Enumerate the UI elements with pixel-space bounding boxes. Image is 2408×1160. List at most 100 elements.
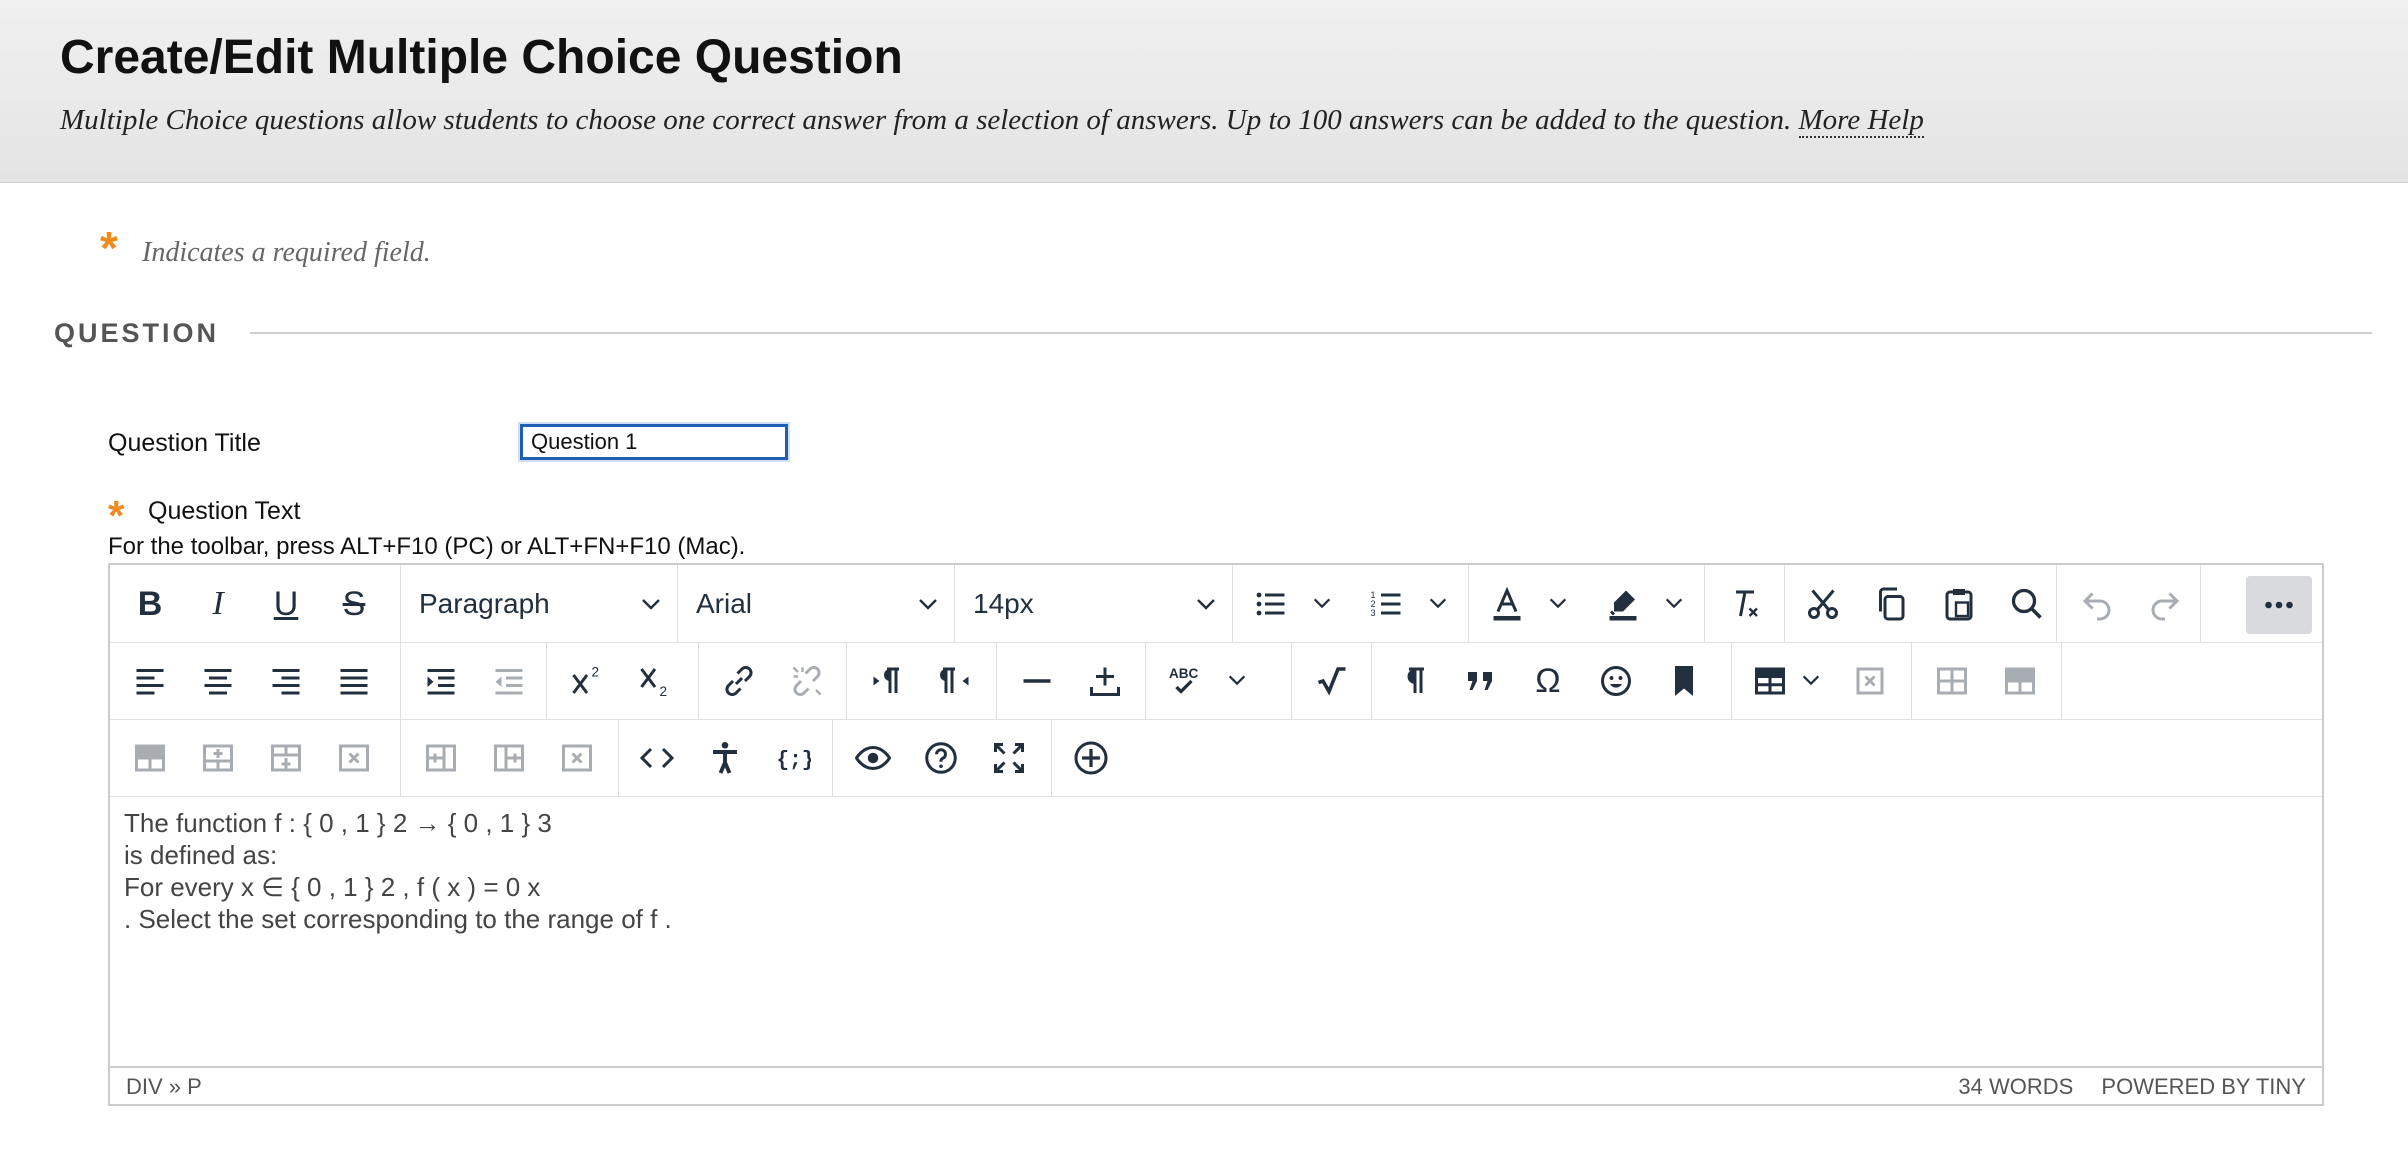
content-line: For every x ∈ { 0 , 1 } 2 , f ( x ) = 0 … (124, 872, 541, 902)
block-format-value: Paragraph (419, 588, 550, 619)
align-left-icon (136, 669, 164, 695)
paragraph-mark-icon (1407, 667, 1424, 693)
search-button[interactable] (1999, 578, 2055, 630)
chevron-down-icon[interactable] (1226, 669, 1248, 691)
align-justify-button[interactable] (326, 655, 382, 707)
show-blocks-button[interactable] (1384, 655, 1440, 707)
block-format-select[interactable]: Paragraph (401, 578, 677, 630)
table-header-button[interactable] (122, 732, 178, 784)
copy-button[interactable] (1863, 578, 1919, 630)
highlight-color-button[interactable] (1595, 578, 1651, 630)
numbered-list-button[interactable]: 123 (1359, 578, 1415, 630)
page-description-text: Multiple Choice questions allow students… (60, 104, 1792, 136)
text-color-icon (1493, 586, 1521, 621)
toolbar-group-clear (1705, 565, 1785, 642)
blockquote-button[interactable] (1452, 655, 1508, 707)
table-cell-props-button[interactable] (1992, 655, 2048, 707)
chevron-down-icon[interactable] (1800, 669, 1822, 691)
powered-by-link[interactable]: POWERED BY TINY (2101, 1074, 2306, 1099)
add-content-button[interactable] (1063, 732, 1119, 784)
delete-col-button[interactable] (549, 732, 605, 784)
indent-button[interactable] (413, 655, 469, 707)
toolbar-group-table-rows (1912, 642, 2062, 719)
superscript-button[interactable]: 2 (559, 655, 615, 707)
emoticons-button[interactable] (1588, 655, 1644, 707)
table-row-props-button[interactable] (1924, 655, 1980, 707)
delete-table-button[interactable] (1842, 655, 1898, 707)
font-family-select[interactable]: Arial (678, 578, 954, 630)
page-break-button[interactable] (1077, 655, 1133, 707)
section-title: QUESTION (54, 318, 220, 348)
text-color-button[interactable] (1479, 578, 1535, 630)
chevron-down-icon[interactable] (1427, 592, 1449, 614)
special-character-button[interactable]: Ω (1520, 655, 1576, 707)
undo-button[interactable] (2069, 578, 2125, 630)
accessibility-checker-button[interactable] (697, 732, 753, 784)
horizontal-line-icon (1023, 679, 1051, 683)
toolbar-group-font: Arial (678, 565, 955, 642)
svg-text:{;}: {;} (777, 750, 812, 773)
unlink-button[interactable] (779, 655, 835, 707)
insert-row-after-button[interactable] (258, 732, 314, 784)
source-code-button[interactable] (629, 732, 685, 784)
font-size-select[interactable]: 14px (955, 578, 1232, 630)
delete-row-icon (339, 744, 369, 772)
horizontal-line-button[interactable] (1009, 655, 1065, 707)
chevron-down-icon[interactable] (1663, 592, 1685, 614)
bullet-list-button[interactable] (1243, 578, 1299, 630)
math-equation-button[interactable] (1304, 655, 1360, 707)
required-field-text: Indicates a required field. (142, 237, 431, 268)
subscript-button[interactable]: 2 (627, 655, 683, 707)
align-left-button[interactable] (122, 655, 178, 707)
rtl-button[interactable] (927, 655, 983, 707)
left-to-right-icon (873, 667, 899, 693)
more-help-link[interactable]: More Help (1798, 104, 1924, 138)
chevron-down-icon[interactable] (1547, 592, 1569, 614)
svg-text:3: 3 (1371, 608, 1376, 618)
underline-icon: U (273, 585, 299, 623)
indent-icon (427, 669, 455, 695)
question-title-input[interactable] (520, 424, 788, 460)
table-button[interactable] (1742, 655, 1798, 707)
more-tools-button[interactable] (2246, 576, 2312, 634)
insert-col-after-button[interactable] (481, 732, 537, 784)
paste-button[interactable] (1931, 578, 1987, 630)
strikethrough-button[interactable]: S (326, 578, 382, 630)
outdent-button[interactable] (481, 655, 537, 707)
chevron-down-icon (1197, 599, 1215, 610)
preview-button[interactable] (845, 732, 901, 784)
insert-link-button[interactable] (711, 655, 767, 707)
insert-column-before-icon (426, 744, 456, 772)
delete-row-button[interactable] (326, 732, 382, 784)
italic-button[interactable]: I (190, 578, 246, 630)
statusbar-right: 34 WORDS POWERED BY TINY (1936, 1074, 2306, 1100)
code-sample-button[interactable]: {;} (765, 732, 821, 784)
underline-button[interactable]: U (258, 578, 314, 630)
spellcheck-button[interactable]: ABC (1156, 655, 1212, 707)
bookmark-button[interactable] (1656, 655, 1712, 707)
link-icon (725, 665, 753, 697)
clear-formatting-button[interactable] (1717, 578, 1773, 630)
ltr-button[interactable] (859, 655, 915, 707)
page-title: Create/Edit Multiple Choice Question (60, 31, 903, 84)
editor-content[interactable]: The function f : { 0 , 1 } 2 → { 0 , 1 }… (124, 807, 672, 935)
cut-button[interactable] (1795, 578, 1851, 630)
delete-column-icon (562, 744, 592, 772)
align-center-button[interactable] (190, 655, 246, 707)
element-path[interactable]: DIV » P (126, 1074, 202, 1100)
required-star-icon: * (100, 222, 118, 274)
fullscreen-button[interactable] (981, 732, 1037, 784)
toolbar-group-view (833, 719, 1052, 796)
chevron-down-icon[interactable] (1311, 592, 1333, 614)
help-button[interactable] (913, 732, 969, 784)
redo-button[interactable] (2137, 578, 2193, 630)
insert-col-before-button[interactable] (413, 732, 469, 784)
insert-column-after-icon (494, 744, 524, 772)
align-right-button[interactable] (258, 655, 314, 707)
align-justify-icon (340, 669, 368, 695)
svg-text:2: 2 (660, 684, 668, 699)
bold-button[interactable]: B (122, 578, 178, 630)
insert-row-before-button[interactable] (190, 732, 246, 784)
insert-row-after-icon (271, 744, 301, 772)
word-count[interactable]: 34 WORDS (1958, 1074, 2073, 1099)
